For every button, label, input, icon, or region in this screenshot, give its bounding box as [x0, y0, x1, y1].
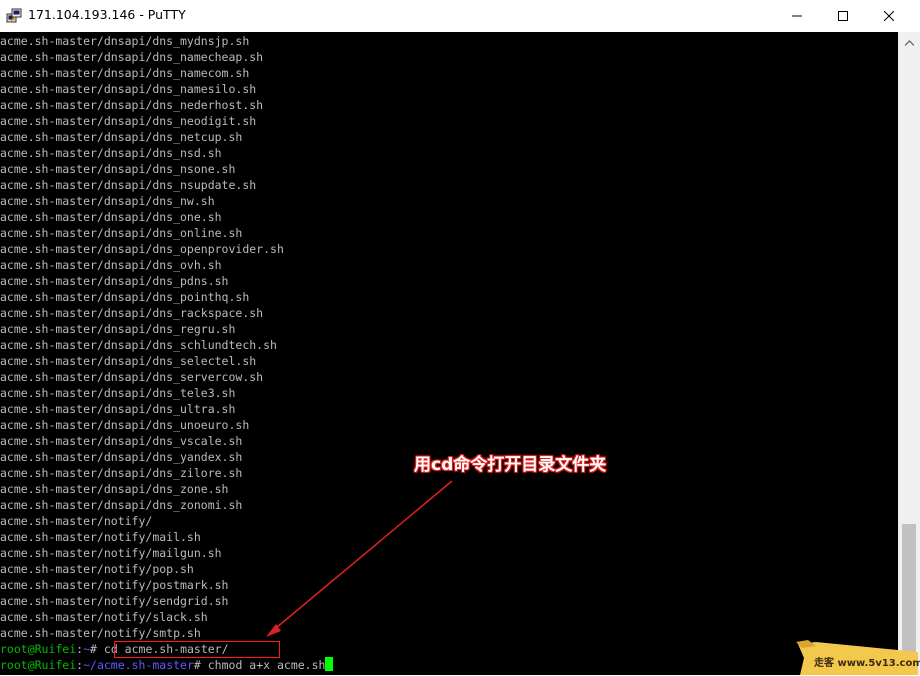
terminal-line: acme.sh-master/dnsapi/dns_nederhost.sh: [0, 98, 264, 112]
minimize-button[interactable]: [774, 0, 820, 32]
command-highlight-box: [114, 641, 280, 658]
putty-icon[interactable]: [6, 8, 22, 24]
maximize-button[interactable]: [820, 0, 866, 32]
terminal-line: acme.sh-master/dnsapi/dns_yandex.sh: [0, 450, 243, 464]
prompt-path: ~: [83, 642, 91, 656]
terminal-line: acme.sh-master/dnsapi/dns_zilore.sh: [0, 466, 243, 480]
terminal-line: acme.sh-master/dnsapi/dns_ovh.sh: [0, 258, 222, 272]
terminal-line: acme.sh-master/notify/: [0, 514, 153, 528]
terminal-line: acme.sh-master/dnsapi/dns_servercow.sh: [0, 370, 264, 384]
scroll-up-button[interactable]: [898, 32, 920, 49]
maximize-icon: [838, 11, 848, 21]
vertical-scrollbar[interactable]: [898, 32, 920, 675]
prompt-user-host: root@Ruifei: [0, 642, 77, 656]
terminal-line: acme.sh-master/dnsapi/dns_rackspace.sh: [0, 306, 264, 320]
text-cursor: [325, 657, 334, 671]
terminal-line: acme.sh-master/dnsapi/dns_namesilo.sh: [0, 82, 257, 96]
terminal-line: acme.sh-master/dnsapi/dns_namecom.sh: [0, 66, 250, 80]
terminal-line: acme.sh-master/notify/mail.sh: [0, 530, 201, 544]
terminal-line: acme.sh-master/notify/slack.sh: [0, 610, 208, 624]
terminal-line: acme.sh-master/notify/sendgrid.sh: [0, 594, 229, 608]
watermark-text: 走客 www.5v13.com: [814, 658, 920, 669]
terminal-line: acme.sh-master/dnsapi/dns_selectel.sh: [0, 354, 257, 368]
prompt-path: ~/acme.sh-master: [83, 658, 194, 672]
terminal-line: acme.sh-master/dnsapi/dns_nsupdate.sh: [0, 178, 257, 192]
terminal-line: acme.sh-master/notify/pop.sh: [0, 562, 194, 576]
terminal-line: acme.sh-master/dnsapi/dns_namecheap.sh: [0, 50, 264, 64]
scroll-up-icon: [904, 31, 914, 50]
terminal-line: acme.sh-master/dnsapi/dns_schlundtech.sh: [0, 338, 277, 352]
terminal-line: acme.sh-master/dnsapi/dns_mydnsjp.sh: [0, 34, 250, 48]
terminal-line: acme.sh-master/dnsapi/dns_netcup.sh: [0, 130, 243, 144]
terminal-line: acme.sh-master/dnsapi/dns_zone.sh: [0, 482, 229, 496]
minimize-icon: [792, 11, 802, 21]
command-input[interactable]: chmod a+x acme.sh: [208, 658, 326, 672]
close-button[interactable]: [866, 0, 912, 32]
terminal-line: acme.sh-master/dnsapi/dns_online.sh: [0, 226, 243, 240]
terminal-line: acme.sh-master/dnsapi/dns_one.sh: [0, 210, 222, 224]
terminal-line: acme.sh-master/dnsapi/dns_nw.sh: [0, 194, 215, 208]
terminal-line: acme.sh-master/dnsapi/dns_ultra.sh: [0, 402, 236, 416]
terminal-area[interactable]: acme.sh-master/dnsapi/dns_mydnsjp.sh acm…: [0, 32, 898, 675]
terminal-line: acme.sh-master/notify/mailgun.sh: [0, 546, 222, 560]
terminal-line: acme.sh-master/dnsapi/dns_vscale.sh: [0, 434, 243, 448]
terminal-line: acme.sh-master/dnsapi/dns_regru.sh: [0, 322, 236, 336]
annotation-label: 用cd命令打开目录文件夹: [414, 455, 607, 475]
terminal-line: acme.sh-master/dnsapi/dns_nsd.sh: [0, 146, 222, 160]
title-bar[interactable]: 171.104.193.146 - PuTTY: [0, 0, 920, 32]
terminal-line: acme.sh-master/dnsapi/dns_unoeuro.sh: [0, 418, 250, 432]
terminal-line: acme.sh-master/dnsapi/dns_nsone.sh: [0, 162, 236, 176]
prompt-symbol: #: [90, 642, 104, 656]
window-title: 171.104.193.146 - PuTTY: [28, 7, 186, 22]
terminal-line: acme.sh-master/notify/postmark.sh: [0, 578, 229, 592]
scroll-thumb[interactable]: [902, 524, 916, 654]
terminal-line: acme.sh-master/dnsapi/dns_neodigit.sh: [0, 114, 257, 128]
prompt-user-host: root@Ruifei: [0, 658, 77, 672]
terminal-line: acme.sh-master/dnsapi/dns_pointhq.sh: [0, 290, 250, 304]
terminal-line: acme.sh-master/notify/smtp.sh: [0, 626, 201, 640]
terminal-line: acme.sh-master/dnsapi/dns_openprovider.s…: [0, 242, 284, 256]
terminal-line: acme.sh-master/dnsapi/dns_tele3.sh: [0, 386, 236, 400]
terminal-line: acme.sh-master/dnsapi/dns_pdns.sh: [0, 274, 229, 288]
close-icon: [884, 11, 894, 21]
terminal-line: acme.sh-master/dnsapi/dns_zonomi.sh: [0, 498, 243, 512]
prompt-symbol: #: [193, 658, 208, 672]
prompt-line-chmod[interactable]: root@Ruifei:~/acme.sh-master# chmod a+x …: [0, 657, 334, 673]
